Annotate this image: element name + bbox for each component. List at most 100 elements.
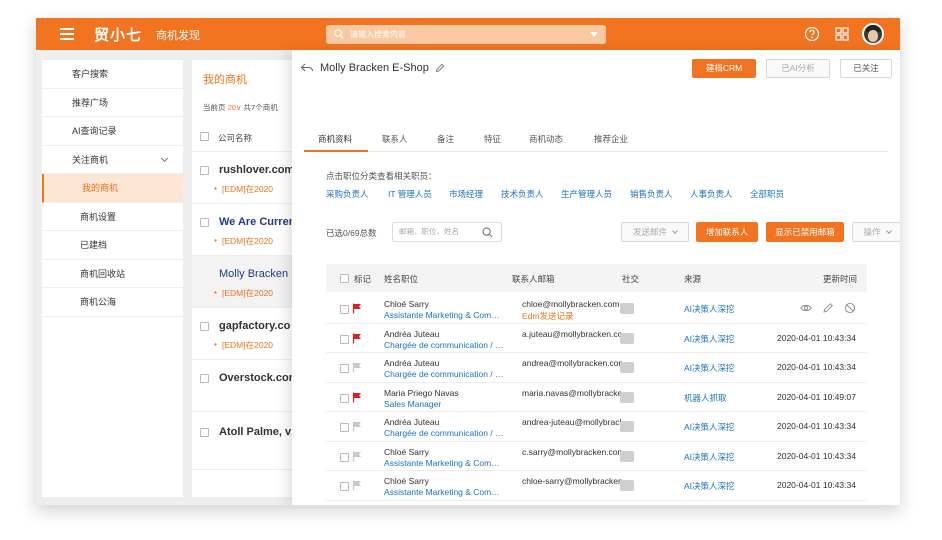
chevron-down-icon[interactable]: ∨ <box>236 103 242 112</box>
contact-email[interactable]: c.sarry@mollybracken.com <box>522 447 622 457</box>
role-link-purchasing[interactable]: 采购负责人 <box>326 188 369 200</box>
contact-title[interactable]: Chargée de communication / … <box>384 428 508 438</box>
contact-email[interactable]: a.juteau@mollybracken.com <box>522 329 622 339</box>
sidebar-item-followed[interactable]: 关注商机 <box>42 146 183 174</box>
contact-email[interactable]: maria.navas@mollybracken.com <box>522 388 622 398</box>
tab-notes[interactable]: 备注 <box>437 133 454 145</box>
create-crm-button[interactable]: 建档CRM <box>692 59 756 78</box>
row-checkbox[interactable] <box>340 452 349 462</box>
contact-email[interactable]: andrea@mollybracken.com <box>522 358 622 368</box>
table-row[interactable]: Chloé Sarry Assistante Marketing & Com… ch… <box>326 294 867 324</box>
contact-title[interactable]: Assistante Marketing & Com… <box>384 458 508 468</box>
contact-title[interactable]: Assistante Marketing & Com… <box>384 310 508 320</box>
contact-title[interactable]: Assistante Marketing & Com… <box>384 487 508 497</box>
table-row[interactable]: Chloé Sarry Assistante Marketing & Com… ch… <box>326 471 867 501</box>
role-link-all[interactable]: 全部职员 <box>750 188 784 200</box>
table-row[interactable]: Andréa JuteauChargée de communication / … <box>326 353 867 383</box>
row-checkbox[interactable] <box>340 423 349 432</box>
row-checkbox[interactable] <box>200 322 209 331</box>
global-search[interactable] <box>326 25 606 44</box>
sidebar-item-settings[interactable]: 商机设置 <box>42 203 183 231</box>
flag-icon[interactable] <box>352 362 362 373</box>
ai-analyzed-button[interactable]: 已AI分析 <box>766 59 830 78</box>
social-icon[interactable] <box>620 421 634 432</box>
contact-title[interactable]: Sales Manager <box>384 399 508 409</box>
chevron-down-icon[interactable] <box>590 32 598 37</box>
list-item[interactable]: Molly Bracken [EDM]在2020 <box>192 256 296 308</box>
back-arrow-icon[interactable] <box>300 62 314 74</box>
list-item[interactable]: gapfactory.co [EDM]在2020 <box>192 308 296 360</box>
contact-filter-input[interactable] <box>399 227 479 236</box>
user-avatar[interactable] <box>862 23 884 45</box>
flag-icon[interactable] <box>352 421 362 432</box>
social-icon[interactable] <box>620 362 634 373</box>
list-item[interactable]: rushlover.com [EDM]在2020 <box>192 152 296 204</box>
select-all-contacts-checkbox[interactable] <box>340 274 349 283</box>
page-size-select[interactable]: 20 <box>228 103 236 112</box>
table-row[interactable]: Maria Priego Navas Sales Manager maria.nav… <box>326 383 867 412</box>
sidebar-item-public-pool[interactable]: 商机公海 <box>42 288 183 317</box>
select-all-checkbox[interactable] <box>200 132 209 141</box>
help-icon[interactable] <box>804 26 820 42</box>
flag-icon[interactable] <box>352 392 362 403</box>
table-row[interactable]: Andréa JuteauChargée de communication / … <box>326 501 867 506</box>
contact-filter[interactable] <box>392 222 502 242</box>
flag-icon[interactable] <box>352 333 362 344</box>
search-icon[interactable] <box>482 227 493 238</box>
contact-email[interactable]: andrea-juteau@mollybracken.com <box>522 417 622 427</box>
row-checkbox[interactable] <box>340 364 349 373</box>
tab-activity[interactable]: 商机动态 <box>529 133 563 145</box>
sidebar-item-ai-history[interactable]: AI查询记录 <box>42 117 183 146</box>
eye-icon[interactable] <box>800 302 812 314</box>
sidebar-item-customer-search[interactable]: 客户搜索 <box>42 60 183 89</box>
row-checkbox[interactable] <box>200 428 209 437</box>
role-link-hr[interactable]: 人事负责人 <box>690 188 733 200</box>
block-icon[interactable] <box>844 302 856 314</box>
table-row[interactable]: Chloé Sarry Assistante Marketing & Com… c.… <box>326 442 867 471</box>
contact-title[interactable]: Chargée de communication / … <box>384 369 508 379</box>
module-title[interactable]: 商机发现 <box>156 27 200 43</box>
operations-button[interactable]: 操作 <box>852 222 900 242</box>
contact-title[interactable]: Chargée de communication / … <box>384 340 508 350</box>
table-row[interactable]: Andréa JuteauChargée de communication / … <box>326 412 867 442</box>
list-item[interactable]: We Are Curren [EDM]在2020 <box>192 204 296 256</box>
role-link-technical[interactable]: 技术负责人 <box>501 188 544 200</box>
list-item[interactable]: Atoll Palme, v <box>192 412 296 470</box>
tab-contacts[interactable]: 联系人 <box>382 133 408 145</box>
list-item[interactable]: Overstock.com <box>192 360 296 412</box>
row-checkbox[interactable] <box>340 482 349 491</box>
role-link-sales[interactable]: 销售负责人 <box>630 188 673 200</box>
contact-email[interactable]: chloe@mollybracken.com <box>522 299 622 309</box>
pencil-icon[interactable] <box>435 63 445 73</box>
sidebar-item-recycle-bin[interactable]: 商机回收站 <box>42 260 183 288</box>
sidebar-item-archived[interactable]: 已建档 <box>42 231 183 260</box>
menu-icon[interactable] <box>60 28 74 40</box>
row-checkbox[interactable] <box>200 374 209 383</box>
row-checkbox[interactable] <box>200 218 209 227</box>
tab-features[interactable]: 特征 <box>484 133 501 145</box>
followed-button[interactable]: 已关注 <box>840 59 892 78</box>
pencil-icon[interactable] <box>822 302 834 314</box>
table-row[interactable]: Andréa JuteauChargée de communication / … <box>326 324 867 353</box>
add-contact-button[interactable]: 增加联系人 <box>696 222 758 242</box>
send-mail-button[interactable]: 发送邮件 <box>621 222 689 242</box>
social-icon[interactable] <box>620 391 634 403</box>
row-checkbox[interactable] <box>340 305 349 314</box>
social-icon[interactable] <box>620 450 634 462</box>
flag-icon[interactable] <box>352 303 362 314</box>
contact-email[interactable]: chloe-sarry@mollybracken.com <box>522 476 622 486</box>
sidebar-item-recommend[interactable]: 推荐广场 <box>42 89 183 117</box>
role-link-production[interactable]: 生产管理人员 <box>561 188 612 200</box>
social-icon[interactable] <box>620 303 634 314</box>
tab-profile[interactable]: 商机资料 <box>318 133 352 145</box>
role-link-marketing[interactable]: 市场经理 <box>449 188 483 200</box>
role-link-it[interactable]: IT 管理人员 <box>388 188 432 200</box>
show-disabled-emails-button[interactable]: 显示已禁用邮箱 <box>766 222 844 242</box>
social-icon[interactable] <box>620 480 634 491</box>
row-checkbox[interactable] <box>200 166 209 175</box>
edm-record-link[interactable]: Edm发送记录 <box>522 310 573 322</box>
row-checkbox[interactable] <box>340 393 349 403</box>
flag-icon[interactable] <box>352 480 362 491</box>
search-input[interactable] <box>350 27 580 42</box>
flag-icon[interactable] <box>352 451 362 462</box>
